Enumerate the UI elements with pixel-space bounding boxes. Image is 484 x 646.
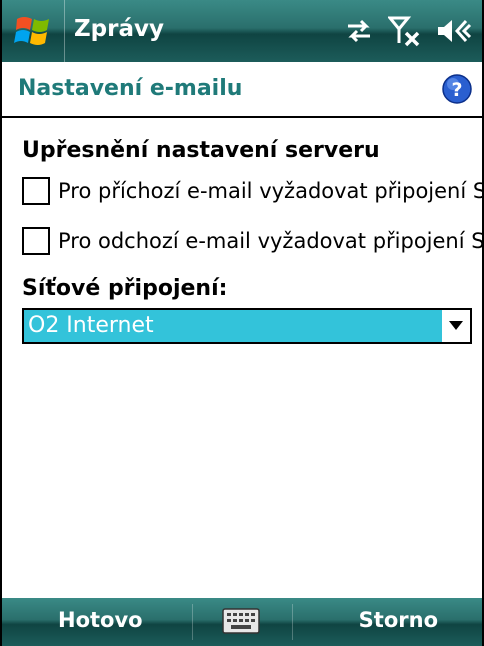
page-title: Nastavení e-mailu [18, 76, 243, 101]
network-connection-label: Síťové připojení: [22, 276, 228, 301]
network-connection-value[interactable]: O2 Internet [24, 310, 442, 342]
incoming-ssl-checkbox[interactable] [22, 177, 50, 205]
status-icons [344, 12, 472, 50]
done-softkey[interactable]: Hotovo [58, 608, 143, 632]
incoming-ssl-row[interactable]: Pro příchozí e-mail vyžadovat připojení … [22, 174, 484, 208]
sync-arrows-icon[interactable] [344, 17, 374, 45]
cancel-softkey[interactable]: Storno [359, 608, 438, 632]
outgoing-ssl-checkbox[interactable] [22, 227, 50, 255]
app-title: Zprávy [74, 16, 164, 42]
incoming-ssl-label: Pro příchozí e-mail vyžadovat připojení … [58, 179, 484, 203]
title-bar: Zprávy [2, 0, 482, 62]
outgoing-ssl-label: Pro odchozí e-mail vyžadovat připojení S… [58, 229, 484, 253]
menu-bar: Hotovo Storno [2, 598, 482, 646]
dropdown-arrow-button[interactable] [442, 310, 470, 342]
start-button[interactable] [2, 0, 65, 62]
page-header: Nastavení e-mailu ? [2, 62, 482, 118]
outgoing-ssl-row[interactable]: Pro odchozí e-mail vyžadovat připojení S… [22, 224, 484, 258]
help-icon[interactable]: ? [442, 74, 472, 104]
network-connection-dropdown[interactable]: O2 Internet [22, 308, 472, 344]
screen: Zprávy Nastavení e-mailu ? Upřesnění nas… [0, 0, 484, 646]
section-heading: Upřesnění nastavení serveru [22, 138, 380, 163]
menu-divider [292, 604, 293, 640]
speaker-muted-icon[interactable] [436, 16, 472, 46]
menu-divider [192, 604, 193, 640]
chevron-down-icon [449, 321, 463, 330]
no-signal-icon[interactable] [388, 15, 422, 47]
svg-text:?: ? [451, 79, 462, 101]
keyboard-icon[interactable] [222, 608, 260, 634]
windows-start-icon [14, 17, 49, 45]
